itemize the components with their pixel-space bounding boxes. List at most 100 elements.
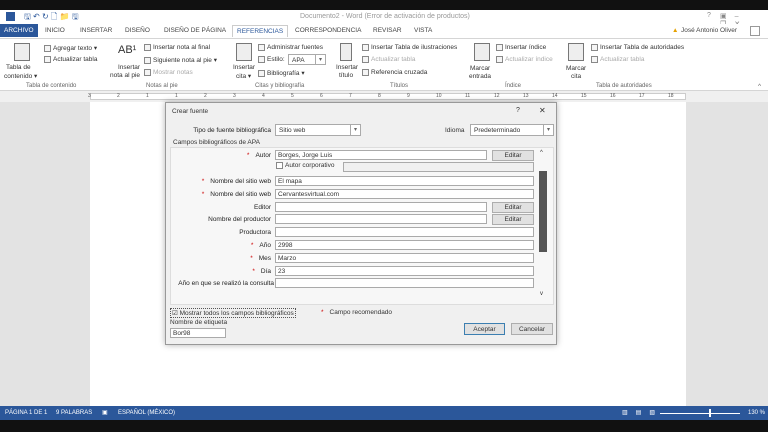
- field-label: Editor: [166, 204, 271, 211]
- insert-index-button[interactable]: Insertar índice: [496, 44, 546, 51]
- group-authorities: Tabla de autoridades: [596, 83, 652, 89]
- mark-citation-icon: [568, 43, 584, 61]
- tab-vista[interactable]: VISTA: [414, 27, 432, 34]
- ruler-mark: 9: [407, 93, 410, 99]
- word-count[interactable]: 9 PALABRAS: [56, 410, 92, 416]
- language-status[interactable]: ESPAÑOL (MÉXICO): [118, 410, 175, 416]
- avatar[interactable]: [750, 26, 760, 36]
- scroll-down-icon[interactable]: v: [540, 291, 543, 297]
- scrollbar-thumb[interactable]: [539, 171, 547, 252]
- author-input[interactable]: Borges, Jorge Luis: [275, 150, 487, 160]
- tab-archivo[interactable]: ARCHIVO: [0, 24, 38, 37]
- field-label-text: Año: [259, 242, 271, 249]
- field-input[interactable]: [275, 227, 534, 238]
- update-table-button[interactable]: Actualizar tabla: [44, 56, 97, 63]
- ok-button[interactable]: Aceptar: [464, 323, 505, 335]
- zoom-level[interactable]: 130 %: [748, 410, 765, 416]
- next-footnote-button[interactable]: Siguiente nota al pie ▾: [144, 56, 217, 64]
- toc-button-label[interactable]: contenido ▾: [4, 72, 37, 80]
- field-label-text: Día: [260, 267, 271, 275]
- field-input[interactable]: Marzo: [275, 252, 534, 263]
- cancel-button[interactable]: Cancelar: [511, 323, 553, 335]
- insert-citation-label[interactable]: cita ▾: [236, 72, 251, 80]
- field-label-text: Nombre del sitio web: [210, 178, 271, 185]
- required-star: *: [201, 190, 205, 198]
- style-label: Estilo:: [258, 56, 285, 63]
- insert-citation-button[interactable]: Insertar: [233, 64, 255, 71]
- field-label: * Nombre del sitio web: [166, 191, 271, 198]
- collapse-ribbon-icon[interactable]: ^: [758, 83, 761, 90]
- ruler-mark: 6: [320, 93, 323, 99]
- mark-citation-button[interactable]: Marcar: [566, 65, 586, 72]
- view-buttons[interactable]: ▥▤▧: [622, 409, 663, 416]
- update-tof-button[interactable]: Actualizar tabla: [362, 56, 415, 63]
- toa-icon: [591, 44, 598, 51]
- corporate-author-checkbox[interactable]: Autor corporativo: [276, 162, 335, 169]
- warning-icon: ▲: [672, 27, 679, 34]
- field-input[interactable]: [275, 214, 487, 225]
- edit-button[interactable]: Editar: [492, 214, 534, 226]
- field-input[interactable]: Cervantesvirtual.com: [275, 188, 534, 199]
- field-input[interactable]: [275, 201, 487, 212]
- page-count[interactable]: PÁGINA 1 DE 1: [5, 410, 47, 416]
- ruler[interactable]: 3 2 1 1 2 3 4 5 6 7 8 9 10 11 12 13 14 15 16 17 18: [0, 91, 768, 102]
- insert-endnote-button[interactable]: Insertar nota al final: [144, 44, 210, 51]
- bibliography-button[interactable]: Bibliografía ▾: [258, 69, 305, 77]
- edit-author-button[interactable]: Editar: [492, 150, 534, 161]
- help-button[interactable]: ?: [516, 107, 520, 114]
- tab-referencias[interactable]: REFERENCIAS: [232, 25, 289, 37]
- field-input[interactable]: 2998: [275, 240, 534, 250]
- insert-caption-label[interactable]: título: [339, 72, 353, 79]
- corporate-author-input[interactable]: [343, 162, 534, 172]
- required-star: *: [246, 152, 250, 159]
- zoom-slider-thumb[interactable]: [708, 409, 711, 417]
- mark-entry-button[interactable]: Marcar: [470, 65, 490, 72]
- mark-citation-label[interactable]: cita: [571, 73, 581, 80]
- help-button[interactable]: ?: [707, 12, 711, 19]
- recommended-label: Campo recomendado: [329, 309, 393, 316]
- insert-tof-button[interactable]: Insertar Tabla de ilustraciones: [362, 44, 457, 51]
- tab-insertar[interactable]: INSERTAR: [80, 27, 112, 34]
- style-icon: [258, 56, 265, 63]
- close-icon[interactable]: ✕: [539, 106, 546, 115]
- add-text-button[interactable]: Agregar texto ▾: [44, 44, 97, 52]
- toc-button[interactable]: Tabla de: [6, 64, 31, 71]
- proofing-icon[interactable]: ▣: [102, 409, 108, 416]
- mark-entry-icon: [474, 43, 490, 61]
- checkbox[interactable]: [276, 162, 283, 169]
- quick-access-toolbar[interactable]: 🖫 ↶ ↻ 🗋 📁 🖫: [24, 11, 79, 25]
- user-name[interactable]: José Antonio Oliver: [681, 27, 737, 34]
- cross-reference-button[interactable]: Referencia cruzada: [362, 69, 427, 76]
- insert-footnote-label[interactable]: nota al pie: [110, 72, 140, 79]
- tab-correspondencia[interactable]: CORRESPONDENCIA: [295, 27, 361, 34]
- tag-name-input[interactable]: Bor98: [170, 328, 226, 338]
- insert-footnote-button[interactable]: Insertar: [118, 64, 140, 71]
- style-select[interactable]: APA ▾: [288, 54, 326, 65]
- scroll-up-icon[interactable]: ^: [540, 150, 543, 156]
- update-index-button[interactable]: Actualizar índice: [496, 56, 553, 63]
- zoom-slider[interactable]: [660, 413, 740, 414]
- update-toa-button[interactable]: Actualizar tabla: [591, 56, 644, 63]
- show-notes-icon: [144, 69, 151, 76]
- insert-caption-button[interactable]: Insertar: [336, 64, 358, 71]
- manage-sources-button[interactable]: Administrar fuentes: [258, 44, 323, 51]
- tab-diseno-pagina[interactable]: DISEÑO DE PÁGINA: [164, 27, 226, 34]
- field-input[interactable]: [275, 278, 534, 289]
- edit-button[interactable]: Editar: [492, 201, 534, 213]
- language-select[interactable]: Predeterminado ▾: [470, 124, 554, 136]
- scrollbar[interactable]: ^ v: [539, 150, 547, 300]
- tab-revisar[interactable]: REVISAR: [373, 27, 402, 34]
- source-type-select[interactable]: Sitio web ▾: [275, 124, 361, 136]
- window-title: Documento2 - Word (Error de activación d…: [300, 13, 470, 20]
- field-input[interactable]: El mapa: [275, 176, 534, 186]
- field-label: Productora: [166, 229, 271, 236]
- mark-entry-label[interactable]: entrada: [469, 73, 491, 80]
- tab-inicio[interactable]: INICIO: [45, 27, 65, 34]
- tab-diseno[interactable]: DISEÑO: [125, 27, 150, 34]
- field-label: * Año: [166, 242, 271, 249]
- insert-toa-button[interactable]: Insertar Tabla de autoridades: [591, 44, 684, 51]
- field-input[interactable]: 23: [275, 265, 534, 276]
- ruler-mark: 2: [204, 93, 207, 99]
- show-all-fields-checkbox[interactable]: ☑ Mostrar todos los campos bibliográfico…: [170, 308, 296, 318]
- show-notes-button[interactable]: Mostrar notas: [144, 69, 193, 76]
